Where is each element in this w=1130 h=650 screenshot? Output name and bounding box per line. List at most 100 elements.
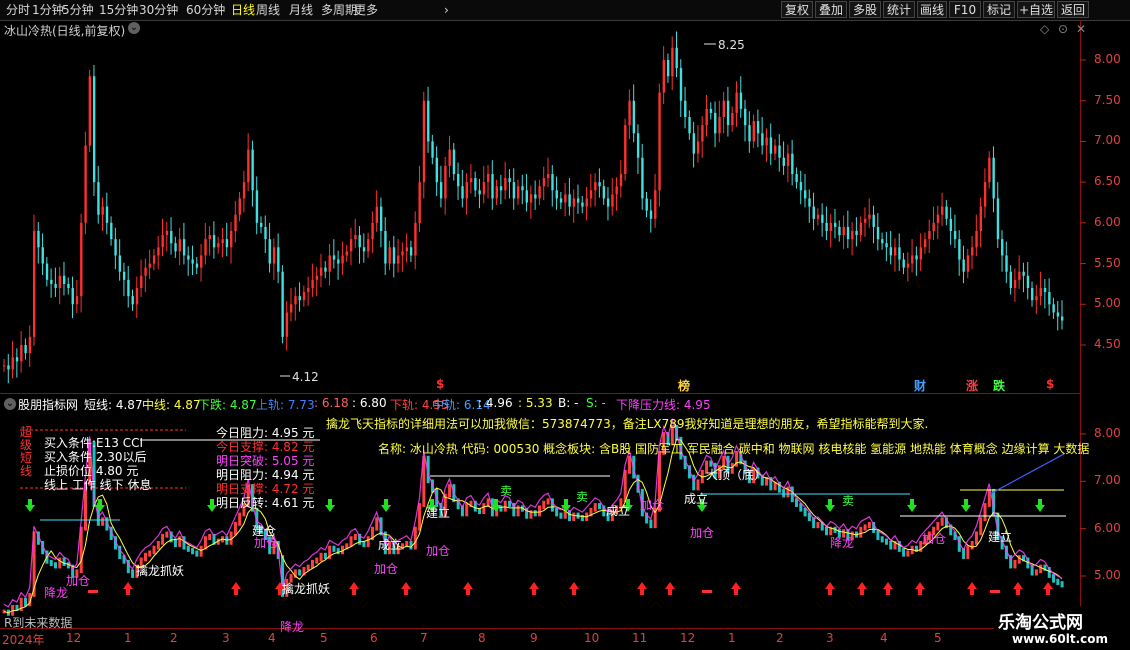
indicator-bar <box>786 486 790 498</box>
event-marker[interactable]: $ <box>1046 377 1054 391</box>
candle-body <box>812 206 815 219</box>
indicator-bar <box>62 557 66 567</box>
candle-body <box>765 137 768 146</box>
candle-body <box>272 247 276 264</box>
watermark-url: www.60lt.com <box>1012 632 1109 646</box>
indicator-bar <box>448 484 452 498</box>
candle-body <box>435 157 439 183</box>
candle-body <box>225 239 229 248</box>
indicator-bar <box>1039 564 1043 574</box>
candle-body <box>859 222 863 236</box>
candle-body <box>71 288 74 305</box>
candle-body <box>170 231 173 244</box>
signal-annotation: 加仓 <box>426 544 451 558</box>
candle-body <box>1013 279 1017 288</box>
candle-body <box>846 226 850 240</box>
indicator-bar <box>24 597 28 607</box>
candle-body <box>1039 288 1042 297</box>
candle-body <box>739 92 743 109</box>
candle-body <box>1035 296 1038 301</box>
candle-body <box>118 255 122 272</box>
candle-body <box>996 198 1000 240</box>
signal-annotation: 建立 <box>988 530 1013 544</box>
indicator-bar <box>49 559 53 567</box>
candle-body <box>461 186 464 199</box>
candle-body <box>555 190 558 199</box>
indicator-bar <box>816 522 820 529</box>
candle-body <box>675 47 678 69</box>
candle-body <box>465 182 469 199</box>
event-marker[interactable]: 涨 <box>966 377 978 394</box>
stock-info-line: 名称: 冰山冷热 代码: 000530 概念板块: 含B股 国防军工 军民融合 … <box>378 442 1090 456</box>
indicator-bar <box>863 524 867 531</box>
candle-body <box>821 214 824 223</box>
candle-body <box>658 92 661 191</box>
candle-body <box>337 259 340 264</box>
candle-body <box>152 255 156 264</box>
candle-body <box>589 190 593 199</box>
kline-chart[interactable] <box>0 0 1130 650</box>
candle-body <box>7 365 10 370</box>
buy-arrow <box>637 582 647 595</box>
watermark: 乐淘公式网 www.60lt.com <box>994 606 1130 650</box>
candle-body <box>962 259 965 272</box>
candle-body <box>525 190 528 203</box>
candle-body <box>212 235 216 248</box>
diamond-icon[interactable]: ◇ <box>1040 22 1049 36</box>
candle-body <box>405 247 409 252</box>
date-tick: 2024年 <box>2 633 45 647</box>
candle-body <box>195 263 199 268</box>
date-tick: 6 <box>370 631 378 645</box>
candle-body <box>714 112 717 134</box>
candle-body <box>649 210 653 219</box>
legend-item: 中线: 4.87 <box>142 398 201 412</box>
candle-body <box>92 76 96 183</box>
candle-body <box>915 255 918 260</box>
buy-arrow <box>1043 582 1053 595</box>
event-marker[interactable]: 跌 <box>993 377 1005 394</box>
maximize-icon[interactable]: ⊙ <box>1058 22 1068 36</box>
rule-line: 线上 工作 线下 休息 <box>44 478 152 492</box>
candle-body <box>482 182 486 195</box>
candle-body <box>302 292 306 301</box>
candle-body <box>392 247 396 264</box>
candle-body <box>358 235 361 248</box>
level-line: 明日反转: 4.61 元 <box>216 496 315 510</box>
candle-body <box>24 345 27 354</box>
candle-body <box>324 267 327 272</box>
candle-body <box>148 263 152 268</box>
candle-body <box>281 271 284 337</box>
date-tick: 10 <box>584 631 600 645</box>
candle-body <box>889 247 893 256</box>
candle-body <box>491 174 494 199</box>
candle-body <box>191 259 194 264</box>
candle-body <box>474 178 477 191</box>
indicator-bar <box>306 564 310 571</box>
candle-body <box>20 345 23 362</box>
event-marker[interactable]: $ <box>436 377 444 391</box>
candle-body <box>542 178 546 187</box>
candle-body <box>898 247 901 260</box>
main-pane-title: 冰山冷热(日线,前复权) <box>4 24 126 38</box>
candle-body <box>585 198 588 207</box>
candle-body <box>379 206 383 231</box>
legend-item: 短线: 4.87 <box>84 398 143 412</box>
candle-body <box>439 182 443 199</box>
candle-body <box>594 182 597 191</box>
candle-body <box>842 226 845 236</box>
candle-body <box>602 186 606 199</box>
candle-body <box>1018 271 1021 280</box>
date-tick: 1 <box>124 631 132 645</box>
candle-body <box>371 222 374 240</box>
candle-body <box>277 247 280 272</box>
candle-body <box>110 222 113 240</box>
candle-body <box>37 231 40 248</box>
indicator-menu-icon[interactable]: ⌄ <box>4 398 16 410</box>
event-marker[interactable]: 榜 <box>678 377 690 394</box>
chevron-down-icon[interactable]: ⌄ <box>128 22 140 34</box>
close-pane-icon[interactable]: ✕ <box>1076 22 1086 36</box>
sell-arrow <box>25 499 35 512</box>
indicator-bar <box>165 531 169 538</box>
event-marker[interactable]: 财 <box>914 377 926 394</box>
legend-item: : 5.33 <box>518 396 553 410</box>
